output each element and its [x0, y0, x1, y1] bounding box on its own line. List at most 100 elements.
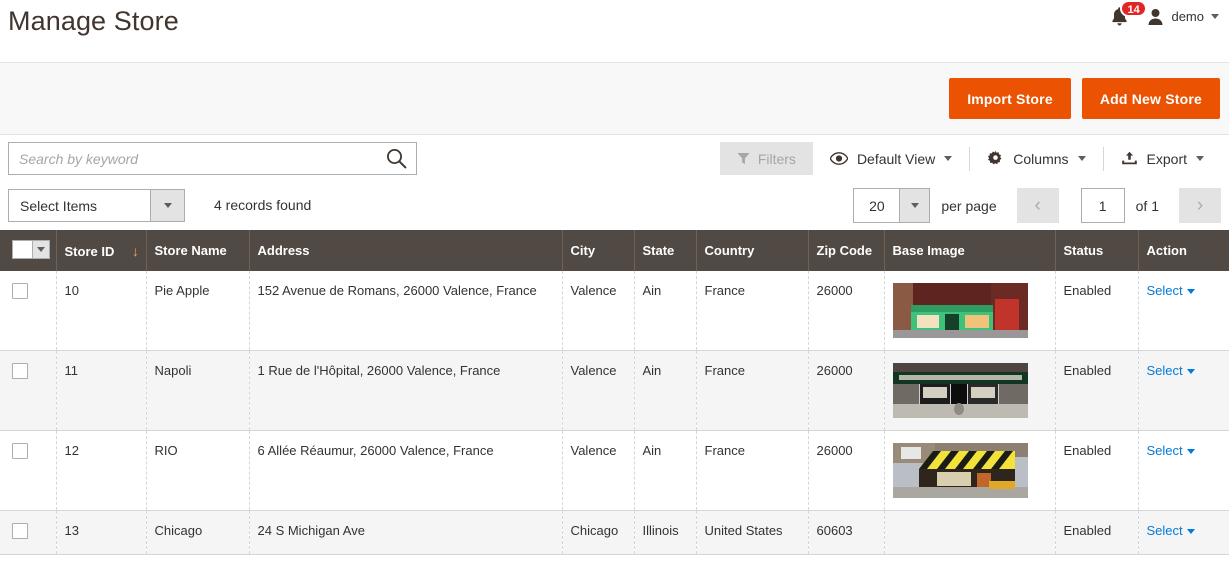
cell-action[interactable]: Select [1138, 510, 1229, 555]
column-label: Store ID [64, 243, 115, 259]
cell-base-image [884, 350, 1056, 431]
row-select-checkbox-cell[interactable] [0, 271, 57, 351]
cell-zip-code: 26000 [808, 430, 885, 511]
column-header-select-all[interactable] [0, 230, 57, 271]
grid-header-row: Store ID ↓ Store Name Address City State… [0, 230, 1229, 271]
row-action-select-link[interactable]: Select [1147, 363, 1195, 378]
grid-body: 10 Pie Apple 152 Avenue de Romans, 26000 V… [0, 271, 1229, 555]
row-action-select-link[interactable]: Select [1147, 523, 1195, 538]
table-row[interactable]: 11 Napoli 1 Rue de l'Hôpital, 26000 Valenc… [0, 350, 1229, 431]
cell-city: Valence [562, 350, 635, 431]
export-menu[interactable]: Export [1104, 147, 1221, 171]
cell-zip-code: 26000 [808, 271, 885, 351]
cell-store-id: 10 [56, 271, 147, 351]
notifications-button[interactable]: 14 [1110, 0, 1147, 27]
columns-label: Columns [1013, 150, 1069, 167]
cell-base-image [884, 510, 1056, 555]
per-page-dropdown[interactable]: 20 [853, 188, 931, 223]
column-header-state[interactable]: State [634, 230, 697, 271]
cell-address: 6 Allée Réaumur, 26000 Valence, France [249, 430, 563, 511]
row-select-checkbox-cell[interactable] [0, 510, 57, 555]
chevron-down-icon [910, 203, 919, 208]
cell-status: Enabled [1055, 350, 1139, 431]
columns-menu[interactable]: Columns [970, 147, 1102, 171]
row-action-select-link[interactable]: Select [1147, 443, 1195, 458]
table-row[interactable]: 10 Pie Apple 152 Avenue de Romans, 26000 V… [0, 271, 1229, 351]
cell-state: Ain [634, 271, 697, 351]
previous-page-button[interactable]: ‹ [1016, 188, 1059, 223]
chevron-down-icon [1211, 14, 1219, 19]
cell-store-name: Chicago [146, 510, 250, 555]
add-new-store-button[interactable]: Add New Store [1081, 78, 1220, 119]
store-thumbnail-image [892, 283, 1028, 338]
filters-button[interactable]: Filters [719, 142, 813, 175]
chevron-down-icon [1186, 449, 1195, 455]
column-header-action: Action [1138, 230, 1229, 271]
row-select-checkbox-cell[interactable] [0, 430, 57, 511]
grid-toolbar-primary: Filters Default View Columns [0, 135, 1229, 182]
records-found-label: 4 records found [214, 197, 312, 213]
search-submit-button[interactable] [376, 143, 416, 174]
cell-city: Valence [562, 271, 635, 351]
filter-funnel-icon [737, 153, 750, 164]
pagination-controls: 20 per page ‹ of 1 › [853, 188, 1221, 223]
cell-state: Ain [634, 350, 697, 431]
column-header-zip-code[interactable]: Zip Code [808, 230, 885, 271]
cell-store-name: Napoli [146, 350, 250, 431]
column-header-city[interactable]: City [562, 230, 635, 271]
per-page-arrow-button[interactable] [899, 189, 930, 222]
search-input[interactable] [9, 143, 376, 174]
row-select-checkbox[interactable] [12, 523, 28, 539]
table-row[interactable]: 12 RIO 6 Allée Réaumur, 26000 Valence, Fra… [0, 430, 1229, 511]
default-view-label: Default View [856, 150, 936, 167]
chevron-down-icon [1196, 156, 1204, 161]
store-thumbnail-image [892, 363, 1028, 418]
cell-address: 152 Avenue de Romans, 26000 Valence, Fra… [249, 271, 563, 351]
import-store-button[interactable]: Import Store [949, 78, 1071, 119]
cell-action[interactable]: Select [1138, 350, 1229, 431]
cell-base-image [884, 271, 1056, 351]
column-header-base-image[interactable]: Base Image [884, 230, 1056, 271]
chevron-down-icon [37, 247, 45, 252]
select-items-dropdown[interactable]: Select Items [8, 189, 185, 222]
page-header: Manage Store 14 demo [0, 0, 1229, 62]
search-icon [386, 149, 406, 169]
default-view-menu[interactable]: Default View [813, 147, 969, 171]
cell-address: 1 Rue de l'Hôpital, 26000 Valence, Franc… [249, 350, 563, 431]
cell-action[interactable]: Select [1138, 430, 1229, 511]
cell-country: France [696, 430, 809, 511]
chevron-right-icon: › [1196, 195, 1204, 216]
cell-zip-code: 26000 [808, 350, 885, 431]
cell-zip-code: 60603 [808, 510, 885, 555]
row-select-checkbox[interactable] [12, 283, 28, 299]
cell-status: Enabled [1055, 271, 1139, 351]
cell-country: United States [696, 510, 809, 555]
select-all-checkbox-dropdown[interactable] [12, 240, 50, 259]
row-select-checkbox[interactable] [12, 363, 28, 379]
column-header-country[interactable]: Country [696, 230, 809, 271]
cell-city: Chicago [562, 510, 635, 555]
user-menu[interactable]: demo [1147, 8, 1219, 26]
table-row[interactable]: 13 Chicago 24 S Michigan Ave Chicago Illinoi… [0, 510, 1229, 555]
select-items-arrow-button[interactable] [150, 190, 184, 221]
column-header-store-name[interactable]: Store Name [146, 230, 250, 271]
row-action-select-link[interactable]: Select [1147, 283, 1195, 298]
next-page-button[interactable]: › [1179, 188, 1221, 223]
column-header-status[interactable]: Status [1055, 230, 1139, 271]
store-data-grid: Store ID ↓ Store Name Address City State… [0, 230, 1229, 555]
cell-action[interactable]: Select [1138, 271, 1229, 351]
page-number-input[interactable] [1080, 188, 1125, 223]
select-all-checkbox[interactable] [13, 241, 32, 258]
select-all-arrow-button[interactable] [32, 241, 49, 258]
page-actions-bar: Import Store Add New Store [0, 62, 1229, 135]
export-label: Export [1146, 150, 1187, 167]
notification-count-badge: 14 [1120, 0, 1147, 17]
column-header-store-id[interactable]: Store ID ↓ [56, 230, 147, 271]
chevron-down-icon [1077, 156, 1086, 161]
chevron-down-icon [163, 203, 172, 208]
row-select-checkbox[interactable] [12, 443, 28, 459]
row-select-checkbox-cell[interactable] [0, 350, 57, 431]
column-header-address[interactable]: Address [249, 230, 563, 271]
cell-store-name: RIO [146, 430, 250, 511]
chevron-down-icon [1186, 529, 1195, 535]
